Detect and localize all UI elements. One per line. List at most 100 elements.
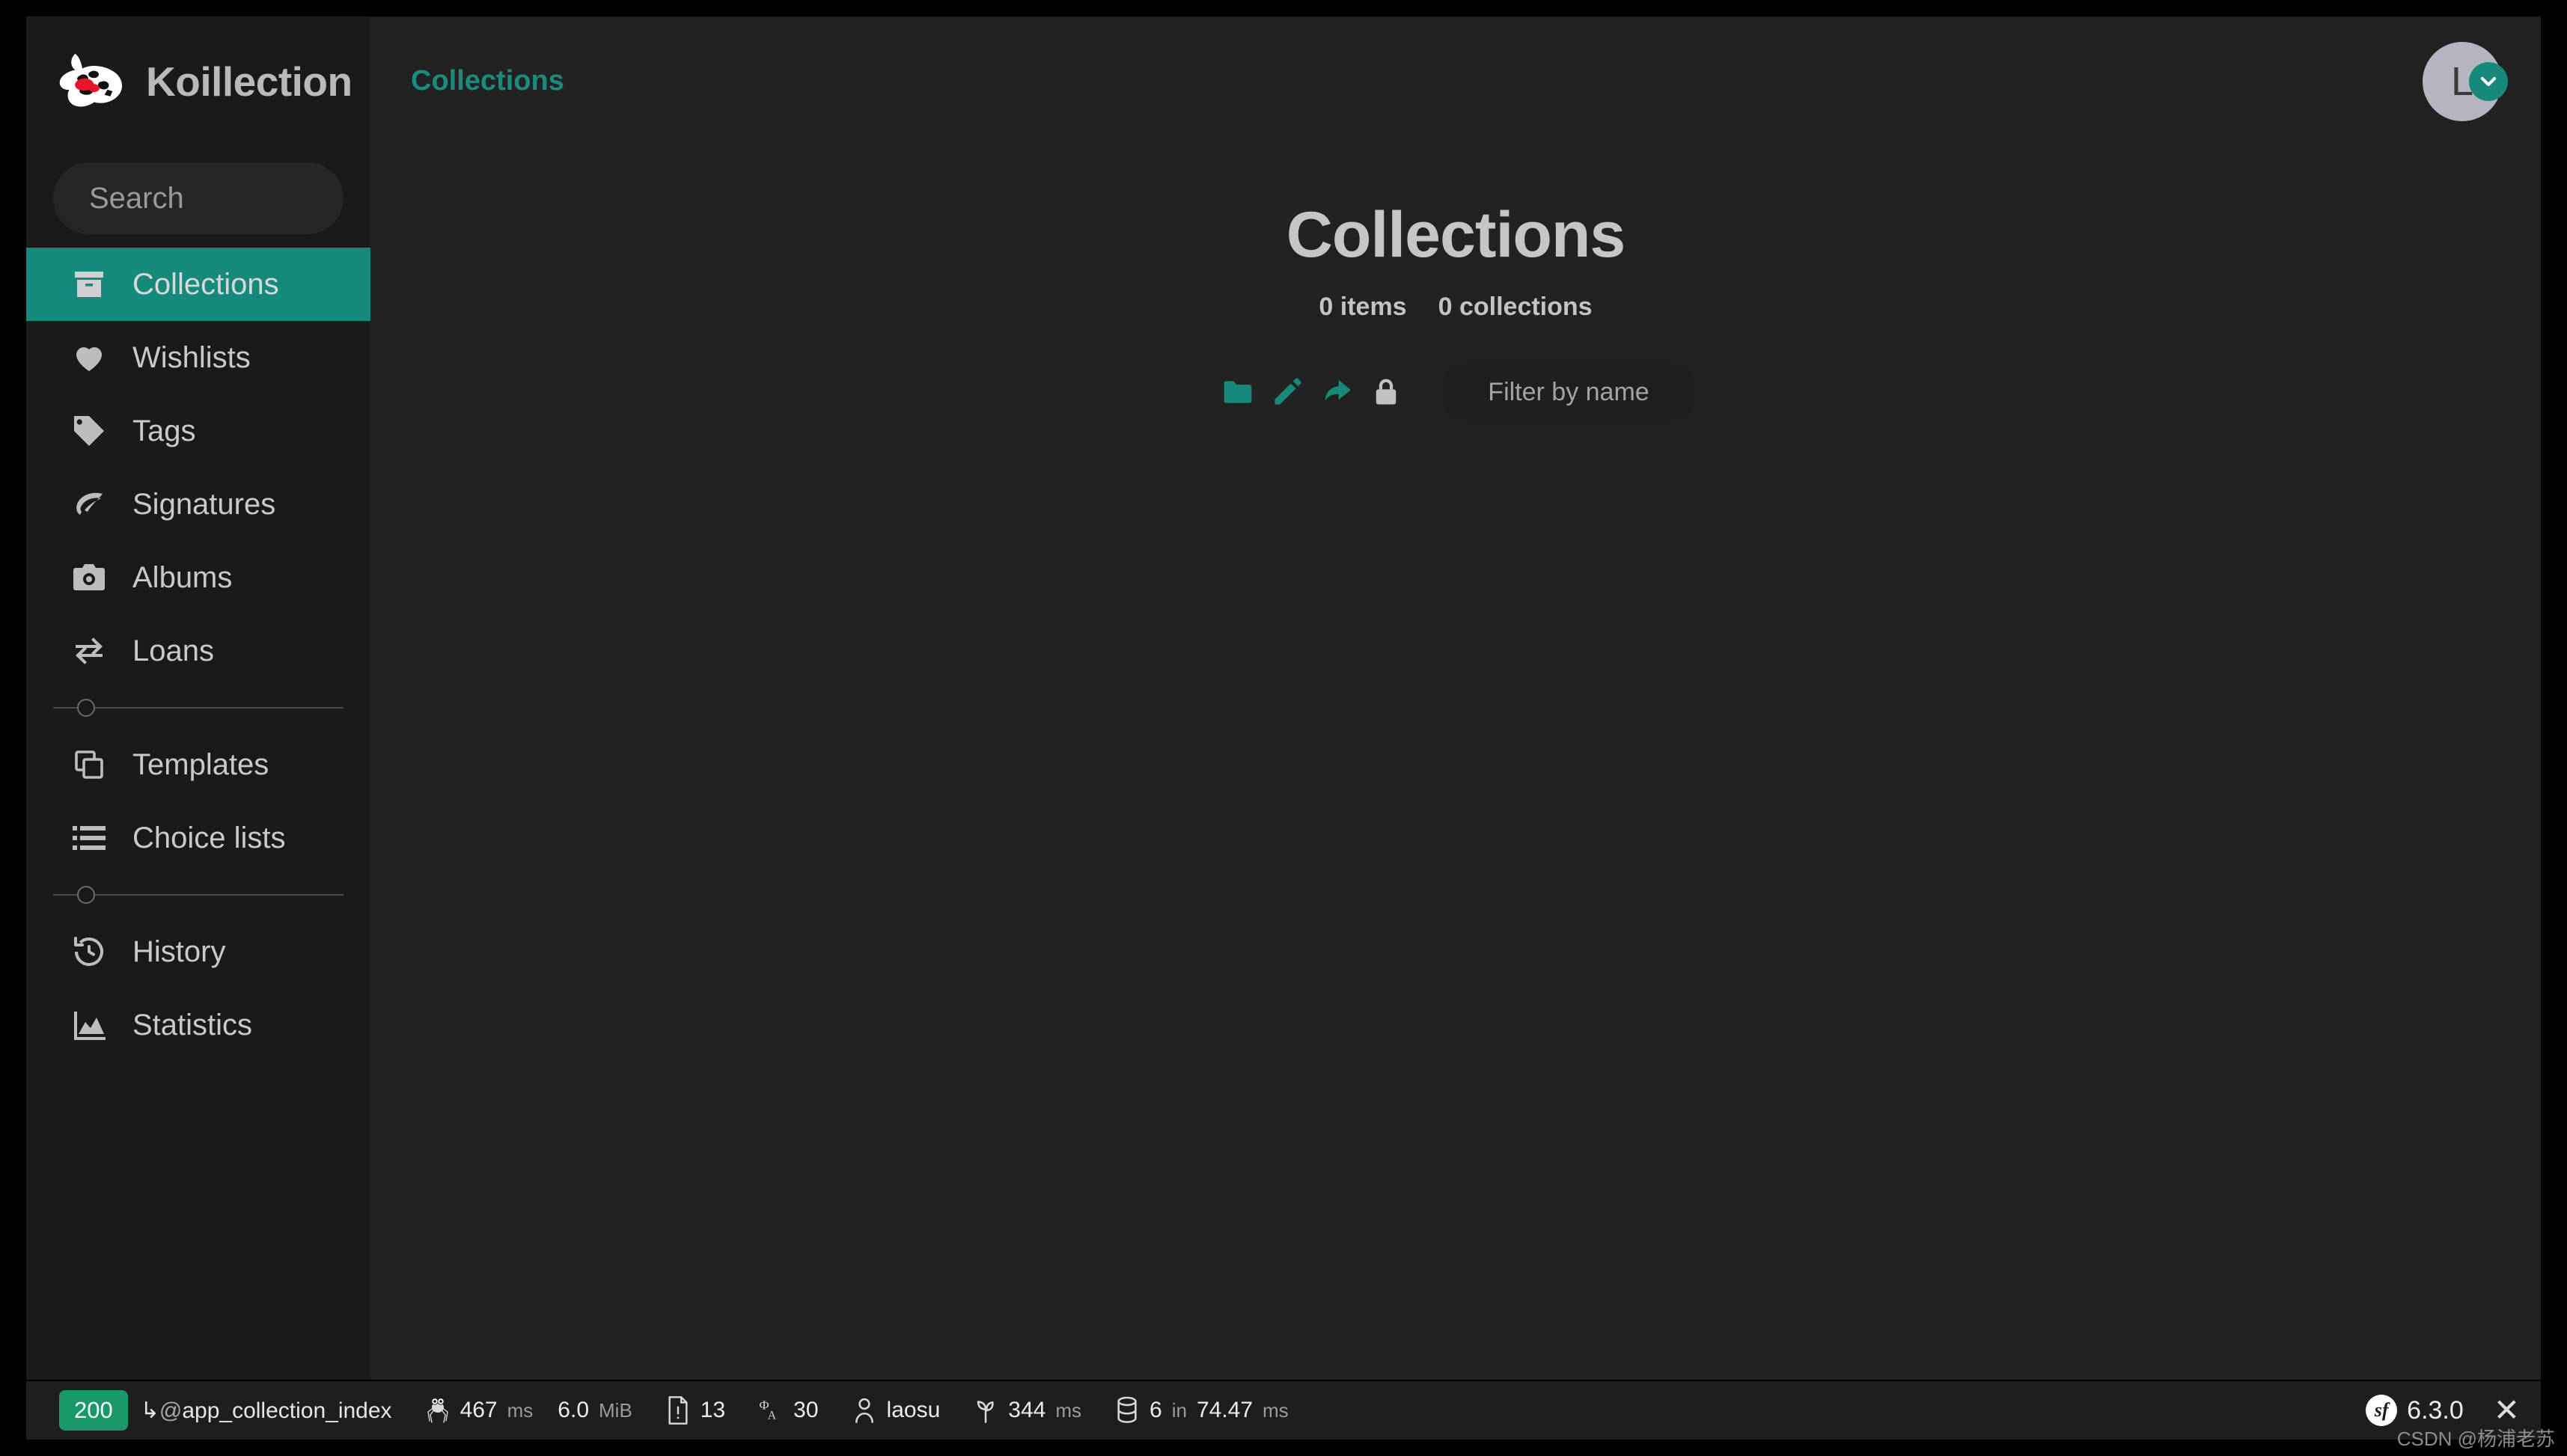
sidebar-item-albums[interactable]: Albums bbox=[26, 541, 370, 614]
sidebar-item-templates[interactable]: Templates bbox=[26, 728, 370, 801]
request-duration-value: 467 bbox=[460, 1398, 498, 1422]
twig-sprout-icon bbox=[973, 1395, 998, 1425]
top-bar: Collections L bbox=[370, 16, 2541, 146]
sf-translation-block[interactable]: ФA 30 bbox=[742, 1381, 834, 1440]
security-user: laosu bbox=[886, 1398, 941, 1422]
visibility-button[interactable] bbox=[1361, 370, 1411, 415]
request-duration-unit: ms bbox=[507, 1398, 534, 1422]
camera-icon bbox=[71, 560, 107, 596]
app-body: Koillection Collections Wishlists bbox=[26, 16, 2541, 1380]
chart-area-icon bbox=[71, 1007, 107, 1043]
symfony-spider-icon bbox=[425, 1395, 451, 1425]
route-arrow-icon: ↳ bbox=[140, 1398, 159, 1423]
collections-count: 0 collections bbox=[1438, 293, 1593, 321]
sidebar-item-label: Templates bbox=[132, 747, 269, 781]
sidebar-item-label: Loans bbox=[132, 634, 214, 667]
right-column: Collections L Collections 0 items 0 coll… bbox=[370, 16, 2541, 1380]
user-menu-button[interactable]: L bbox=[2423, 41, 2508, 121]
sidebar-item-label: Wishlists bbox=[132, 340, 251, 374]
edit-button[interactable] bbox=[1263, 370, 1312, 415]
list-icon bbox=[71, 820, 107, 856]
search-input[interactable] bbox=[53, 162, 344, 234]
copy-icon bbox=[71, 747, 107, 783]
sidebar-item-loans[interactable]: Loans bbox=[26, 614, 370, 688]
sf-twig-block[interactable]: 344 ms bbox=[956, 1381, 1098, 1440]
sidebar-divider-1 bbox=[53, 699, 344, 717]
sf-forms-block[interactable]: 13 bbox=[649, 1381, 742, 1440]
db-duration-unit: ms bbox=[1263, 1398, 1289, 1422]
sidebar-item-choice-lists[interactable]: Choice lists bbox=[26, 801, 370, 875]
sf-performance-block[interactable]: 467 ms 6.0 MiB bbox=[409, 1381, 649, 1440]
sidebar: Koillection Collections Wishlists bbox=[26, 16, 370, 1380]
sidebar-item-tags[interactable]: Tags bbox=[26, 394, 370, 468]
close-icon[interactable]: ✕ bbox=[2480, 1395, 2541, 1426]
sidebar-item-history[interactable]: History bbox=[26, 915, 370, 988]
memory-unit: MiB bbox=[599, 1398, 632, 1422]
svg-text:A: A bbox=[768, 1409, 777, 1422]
sidebar-divider-2 bbox=[53, 886, 344, 904]
pencil-icon bbox=[1271, 376, 1304, 409]
share-arrow-icon bbox=[1320, 376, 1353, 409]
share-button[interactable] bbox=[1312, 370, 1361, 415]
app-window: Koillection Collections Wishlists bbox=[26, 16, 2541, 1440]
sidebar-item-wishlists[interactable]: Wishlists bbox=[26, 321, 370, 394]
archive-box-icon bbox=[71, 266, 107, 302]
translation-icon: ФA bbox=[758, 1395, 784, 1425]
sf-database-block[interactable]: 6 in 74.47 ms bbox=[1098, 1381, 1305, 1440]
sidebar-collapse-knob-2[interactable] bbox=[77, 886, 95, 904]
history-clock-icon bbox=[71, 934, 107, 970]
content-toolbar bbox=[1213, 361, 1698, 423]
new-collection-button[interactable] bbox=[1213, 370, 1263, 415]
sidebar-nav: Collections Wishlists Tags Signatures Al… bbox=[26, 248, 370, 1062]
route-name: app_collection_index bbox=[182, 1398, 392, 1423]
db-in-label: in bbox=[1171, 1398, 1187, 1422]
folder-icon bbox=[1221, 376, 1254, 409]
watermark: CSDN @杨浦老苏 bbox=[2396, 1428, 2555, 1450]
sidebar-item-label: Collections bbox=[132, 267, 279, 301]
translation-count: 30 bbox=[793, 1398, 819, 1422]
twig-duration-value: 344 bbox=[1008, 1398, 1046, 1422]
counts-row: 0 items 0 collections bbox=[1319, 293, 1592, 322]
forms-count: 13 bbox=[700, 1398, 726, 1422]
sidebar-item-label: Albums bbox=[132, 560, 233, 594]
sidebar-item-statistics[interactable]: Statistics bbox=[26, 988, 370, 1062]
sidebar-item-label: Tags bbox=[132, 414, 196, 447]
filter-by-name-input[interactable] bbox=[1439, 361, 1698, 423]
sidebar-item-label: Signatures bbox=[132, 487, 276, 521]
main-content: Collections 0 items 0 collections bbox=[370, 146, 2541, 1380]
route-at: @ bbox=[159, 1398, 183, 1423]
sidebar-collapse-knob-1[interactable] bbox=[77, 699, 95, 717]
heart-icon bbox=[71, 340, 107, 376]
exchange-arrows-icon bbox=[71, 633, 107, 669]
breadcrumb[interactable]: Collections bbox=[411, 65, 564, 97]
sf-security-block[interactable]: laosu bbox=[835, 1381, 957, 1440]
items-count: 0 items bbox=[1319, 293, 1407, 321]
page-title: Collections bbox=[1286, 199, 1626, 271]
symfony-version: 6.3.0 bbox=[2407, 1395, 2464, 1425]
user-icon bbox=[852, 1395, 877, 1425]
memory-value: 6.0 bbox=[558, 1398, 590, 1422]
db-query-count: 6 bbox=[1150, 1398, 1162, 1422]
file-warning-icon bbox=[665, 1395, 691, 1425]
sidebar-item-label: Choice lists bbox=[132, 821, 286, 854]
symfony-logo-icon: sf bbox=[2366, 1395, 2398, 1426]
status-badge: 200 bbox=[59, 1390, 128, 1431]
leaf-icon bbox=[71, 486, 107, 522]
sf-status-block[interactable]: 200 ↳@app_collection_index bbox=[43, 1381, 409, 1440]
tag-icon bbox=[71, 413, 107, 449]
database-icon bbox=[1114, 1395, 1140, 1425]
route-label: ↳@app_collection_index bbox=[141, 1398, 392, 1424]
koi-fish-logo-icon bbox=[53, 49, 126, 114]
twig-duration-unit: ms bbox=[1055, 1398, 1081, 1422]
sidebar-item-collections[interactable]: Collections bbox=[26, 248, 370, 321]
sidebar-item-label: Statistics bbox=[132, 1008, 253, 1041]
brand-header[interactable]: Koillection bbox=[26, 16, 370, 146]
sidebar-item-label: History bbox=[132, 935, 226, 968]
symfony-debug-toolbar: 200 ↳@app_collection_index 467 ms 6.0 Mi… bbox=[26, 1380, 2541, 1440]
lock-icon bbox=[1370, 376, 1402, 409]
brand-name: Koillection bbox=[146, 58, 352, 105]
search-container bbox=[26, 146, 370, 248]
chevron-down-icon bbox=[2469, 61, 2508, 101]
db-duration-value: 74.47 bbox=[1196, 1398, 1254, 1422]
sidebar-item-signatures[interactable]: Signatures bbox=[26, 468, 370, 541]
